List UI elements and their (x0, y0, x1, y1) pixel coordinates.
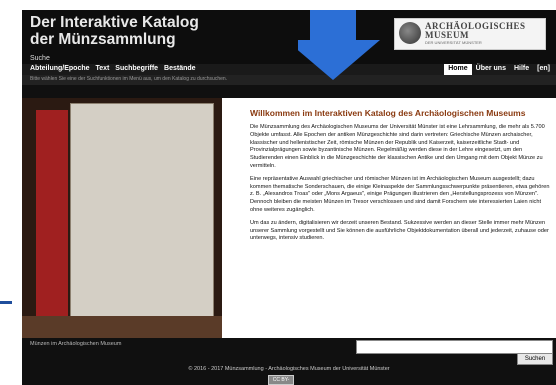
showcase-floor (22, 316, 222, 338)
nav-item-suchbegriffe[interactable]: Suchbegriffe (115, 65, 158, 72)
welcome-heading: Willkommen im Interaktiven Katalog des A… (250, 108, 526, 118)
nav-left-group: Abteilung/Epoche Text Suchbegriffe Bestä… (30, 65, 200, 72)
intro-text: Willkommen im Interaktiven Katalog des A… (250, 108, 552, 248)
side-marker (0, 301, 12, 304)
showcase-photo (22, 98, 222, 338)
coin-logo-icon (399, 22, 421, 44)
museum-logo[interactable]: ARCHÄOLOGISCHES MUSEUM DER UNIVERSITÄT M… (394, 18, 546, 50)
main-content: Willkommen im Interaktiven Katalog des A… (22, 98, 556, 338)
nav-item-help[interactable]: Hilfe (510, 64, 533, 75)
hint-text: Bitte wählen Sie eine der Suchfunktionen… (30, 76, 228, 82)
search-input[interactable] (356, 340, 553, 354)
title-line-1: Der Interaktive Katalog (30, 14, 199, 31)
site-header: Der Interaktive Katalog der Münzsammlung… (22, 10, 556, 65)
intro-paragraph-3: Um das zu ändern, digitalisieren wir der… (250, 219, 549, 242)
nav-item-abteilung[interactable]: Abteilung/Epoche (30, 65, 90, 72)
intro-paragraph-1: Die Münzsammlung des Archäologischen Mus… (250, 124, 545, 169)
copyright-text: © 2016 - 2017 Münzsammlung - Archäologis… (188, 366, 390, 372)
nav-item-home[interactable]: Home (444, 64, 472, 75)
title-line-2: der Münzsammlung (30, 31, 176, 48)
logo-line-2: MUSEUM (425, 30, 469, 40)
nav-item-lang[interactable]: [en] (533, 64, 554, 75)
showcase-cabinet (70, 103, 214, 337)
showcase-red-panel (36, 110, 68, 334)
nav-item-text[interactable]: Text (95, 65, 109, 72)
search-button[interactable]: Suchen (517, 353, 553, 365)
nav-item-about[interactable]: Über uns (472, 64, 510, 75)
intro-paragraph-2: Eine repräsentative Auswahl griechischer… (250, 175, 550, 213)
hint-bar: Bitte wählen Sie eine der Suchfunktionen… (22, 75, 556, 85)
nav-item-bestaende[interactable]: Bestände (164, 65, 196, 72)
nav-right-group: Home Über uns Hilfe [en] (444, 64, 554, 75)
browser-page: Der Interaktive Katalog der Münzsammlung… (22, 10, 556, 385)
main-nav: Abteilung/Epoche Text Suchbegriffe Bestä… (22, 64, 556, 75)
logo-line-3: DER UNIVERSITÄT MÜNSTER (425, 40, 482, 45)
site-title[interactable]: Der Interaktive Katalog der Münzsammlung (30, 14, 199, 48)
footer-caption: Münzen im Archäologischen Museum (30, 341, 122, 347)
nav-search[interactable]: Suche (30, 55, 50, 62)
arrow-annotation-icon (298, 10, 380, 80)
arrow-shape (298, 10, 380, 80)
license-badge[interactable]: CC BY-NC-SA (268, 375, 294, 385)
